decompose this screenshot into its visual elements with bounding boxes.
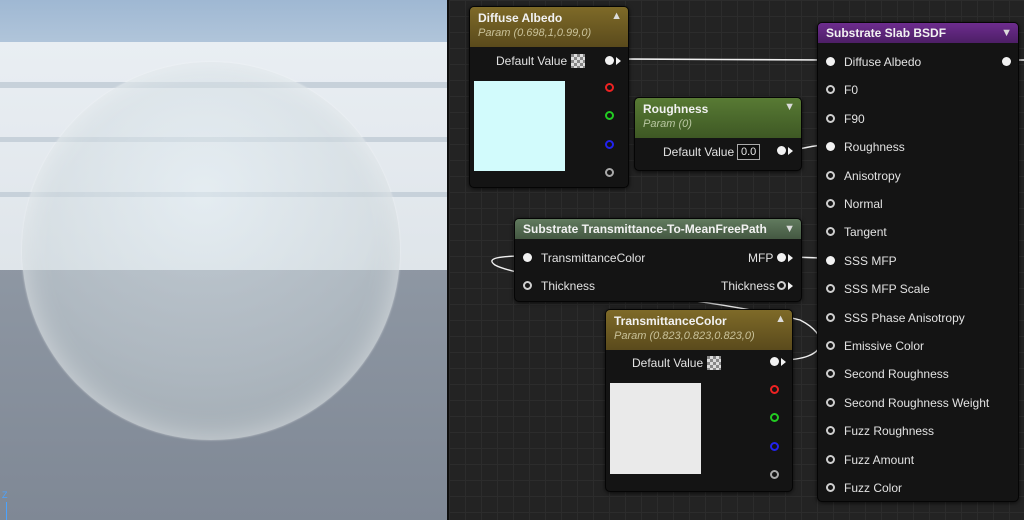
input-label-normal: Normal [844,197,883,211]
pin-arrow-icon [788,147,793,155]
preview-sphere [22,62,400,440]
input-pin-diffuse-albedo[interactable] [826,57,835,66]
checker-icon[interactable] [707,356,721,370]
pin-arrow-icon [616,57,621,65]
node-diffuse-albedo-header[interactable]: Diffuse Albedo Param (0.698,1,0.99,0) ▲ [470,7,628,47]
node-transmittance-color-header[interactable]: TransmittanceColor Param (0.823,0.823,0.… [606,310,792,350]
input-label-tangent: Tangent [844,225,887,240]
input-pin-f0[interactable] [826,85,835,95]
input-pin-transmittance-color[interactable] [523,253,532,262]
z-axis-line [6,502,7,520]
default-value-label: Default Value [496,54,568,68]
input-pin-tangent[interactable] [826,227,835,237]
input-pin-fuzz-amount[interactable] [826,454,835,464]
color-swatch-preview[interactable] [474,81,565,171]
node-transmittance-to-mfp[interactable]: Substrate Transmittance-To-MeanFreePath … [514,218,802,302]
node-title: Substrate Slab BSDF [826,26,947,40]
input-label-sss-mfp: SSS MFP [844,253,897,268]
output-label: MFP [748,251,774,265]
node-transmittance-header[interactable]: Substrate Transmittance-To-MeanFreePath … [515,219,801,239]
chevron-down-icon[interactable]: ▼ [784,219,795,239]
output-pin-r[interactable] [605,83,614,92]
input-label-fuzz-color: Fuzz Color [844,481,903,495]
node-diffuse-albedo[interactable]: Diffuse Albedo Param (0.698,1,0.99,0) ▲ … [469,6,629,188]
input-pin-sss-mfp[interactable] [826,255,835,265]
input-label-f0: F0 [844,83,859,98]
input-label-diffuse-albedo: Diffuse Albedo [844,55,922,69]
chevron-down-icon[interactable]: ▼ [1001,23,1012,43]
node-substrate-slab-bsdf[interactable]: Substrate Slab BSDF ▼ Diffuse Albedo F0 F9… [817,22,1019,502]
output-pin-a[interactable] [770,470,779,479]
input-label-fuzz-amount: Fuzz Amount [844,452,915,467]
input-label-roughness: Roughness [844,140,905,155]
output-pin[interactable] [777,146,786,155]
output-pin-a[interactable] [605,168,614,177]
node-transmittance-color[interactable]: TransmittanceColor Param (0.823,0.823,0.… [605,309,793,492]
output-pin-g[interactable] [770,413,779,422]
output-pin-b[interactable] [605,140,614,149]
input-pin-sss-mfp-scale[interactable] [826,284,835,294]
pin-arrow-icon [788,282,793,290]
input-pin-second-roughness[interactable] [826,369,835,379]
default-value-label: Default Value [632,356,704,370]
pin-arrow-icon [788,254,793,262]
node-title: Substrate Transmittance-To-MeanFreePath [523,222,767,236]
input-label: TransmittanceColor [541,251,646,265]
output-pin-g[interactable] [605,111,614,120]
chevron-up-icon[interactable]: ▲ [775,310,786,328]
input-label-sss-phase-anisotropy: SSS Phase Anisotropy [844,310,965,325]
input-label-second-roughness: Second Roughness [844,367,949,382]
default-value-label: Default Value [663,145,735,159]
input-pin-fuzz-color[interactable] [826,483,835,492]
chevron-up-icon[interactable]: ▲ [611,7,622,25]
output-pin-mfp[interactable] [777,253,786,262]
input-pin-emissive-color[interactable] [826,341,835,350]
output-pin-r[interactable] [770,385,779,394]
output-pin-thickness[interactable] [777,281,786,290]
input-pin-thickness[interactable] [523,281,532,290]
pin-arrow-icon [781,358,786,366]
node-slab-header[interactable]: Substrate Slab BSDF ▼ [818,23,1018,43]
node-title: Diffuse Albedo [478,11,563,25]
z-axis-label: Z [2,490,8,500]
node-title: TransmittanceColor [614,314,727,328]
node-title: Roughness [643,102,709,116]
input-pin-f90[interactable] [826,113,835,123]
input-pin-sss-phase-anisotropy[interactable] [826,312,835,322]
input-label-anisotropy: Anisotropy [844,168,901,183]
output-pin-b[interactable] [770,442,779,451]
input-label-sss-mfp-scale: SSS MFP Scale [844,282,930,297]
node-subtitle: Param (0) [643,118,692,130]
chevron-down-icon[interactable]: ▼ [784,98,795,116]
node-roughness[interactable]: Roughness Param (0) ▼ Default Value 0.0 [634,97,802,171]
input-pin-second-roughness-weight[interactable] [826,397,835,407]
output-pin-rgb[interactable] [605,56,614,65]
roughness-value-field[interactable]: 0.0 [737,144,761,160]
output-pin-rgb[interactable] [770,357,779,366]
checker-icon[interactable] [571,54,585,68]
input-label: Thickness [541,279,596,293]
input-pin-roughness[interactable] [826,142,835,152]
output-label: Thickness [721,279,776,293]
input-label-emissive-color: Emissive Color [844,339,925,353]
output-pin-front-material[interactable] [1002,57,1011,66]
input-pin-anisotropy[interactable] [826,170,835,180]
node-roughness-header[interactable]: Roughness Param (0) ▼ [635,98,801,138]
node-subtitle: Param (0.698,1,0.99,0) [478,27,592,39]
input-label-second-roughness-weight: Second Roughness Weight [844,395,990,410]
input-label-f90: F90 [844,111,865,126]
material-preview-viewport[interactable]: Z [0,0,447,520]
input-pin-normal[interactable] [826,199,835,208]
color-swatch-preview[interactable] [610,383,701,474]
node-subtitle: Param (0.823,0.823,0.823,0) [614,330,755,342]
input-pin-fuzz-roughness[interactable] [826,426,835,436]
input-label-fuzz-roughness: Fuzz Roughness [844,424,935,439]
